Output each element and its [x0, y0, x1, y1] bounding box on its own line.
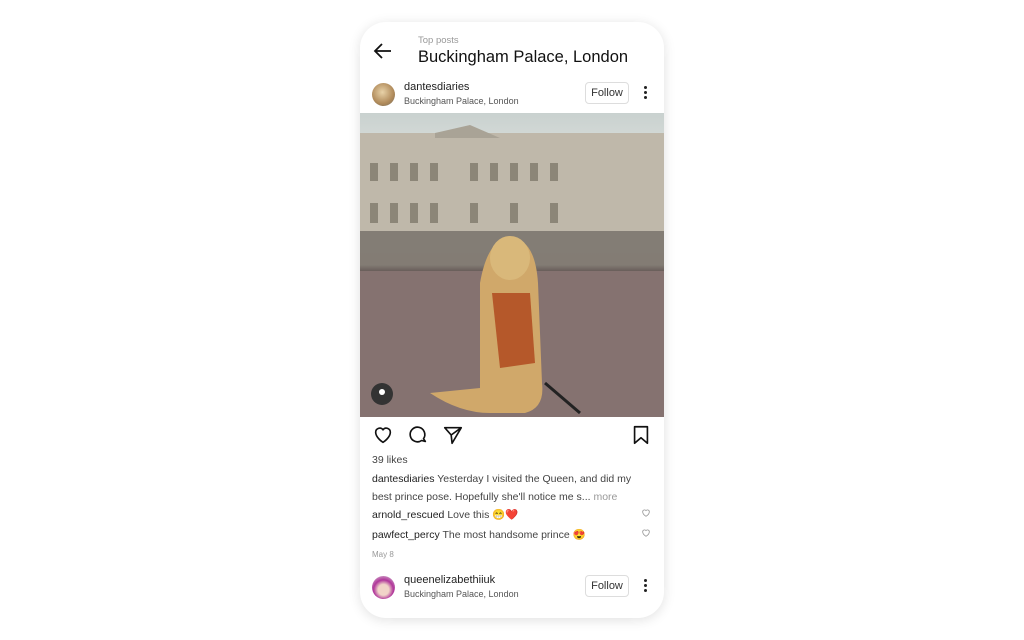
page-subtitle: Top posts — [418, 35, 459, 46]
comment-username[interactable]: pawfect_percy — [372, 529, 440, 541]
comment-text: The most handsome prince 😍 — [442, 529, 586, 541]
comment-username[interactable]: arnold_rescued — [372, 509, 444, 521]
comment: pawfect_percy The most handsome prince 😍 — [372, 527, 642, 544]
caption-username[interactable]: dantesdiaries — [372, 473, 434, 485]
tagged-user-icon[interactable] — [371, 383, 393, 405]
post-username[interactable]: queenelizabethiiuk — [404, 574, 495, 586]
follow-button[interactable]: Follow — [585, 82, 629, 104]
post-date: May 8 — [372, 550, 394, 559]
comment-text: Love this 😁❤️ — [447, 509, 519, 521]
post-location[interactable]: Buckingham Palace, London — [404, 96, 519, 106]
avatar[interactable] — [372, 576, 395, 599]
caption: dantesdiaries Yesterday I visited the Qu… — [372, 470, 642, 506]
post-header: queenelizabethiiuk Buckingham Palace, Lo… — [360, 570, 664, 606]
post-header: dantesdiaries Buckingham Palace, London … — [360, 77, 664, 113]
post-username[interactable]: dantesdiaries — [404, 81, 469, 93]
like-heart-icon[interactable] — [372, 424, 394, 446]
avatar[interactable] — [372, 83, 395, 106]
comment-icon[interactable] — [407, 424, 429, 446]
comment-like-icon[interactable] — [641, 508, 651, 518]
phone-screen: Top posts Buckingham Palace, London dant… — [360, 22, 664, 618]
post-location[interactable]: Buckingham Palace, London — [404, 589, 519, 599]
follow-button[interactable]: Follow — [585, 575, 629, 597]
share-send-icon[interactable] — [442, 424, 464, 446]
page-title: Buckingham Palace, London — [418, 48, 629, 66]
more-options-icon[interactable] — [641, 578, 649, 594]
more-link[interactable]: more — [593, 491, 617, 503]
post-photo[interactable] — [360, 113, 664, 417]
back-arrow-icon[interactable] — [372, 40, 394, 62]
bookmark-icon[interactable] — [630, 424, 652, 446]
more-options-icon[interactable] — [641, 85, 649, 101]
like-count[interactable]: 39 likes — [372, 452, 642, 469]
comment: arnold_rescued Love this 😁❤️ — [372, 507, 642, 524]
post-actions — [360, 424, 664, 450]
comment-like-icon[interactable] — [641, 528, 651, 538]
